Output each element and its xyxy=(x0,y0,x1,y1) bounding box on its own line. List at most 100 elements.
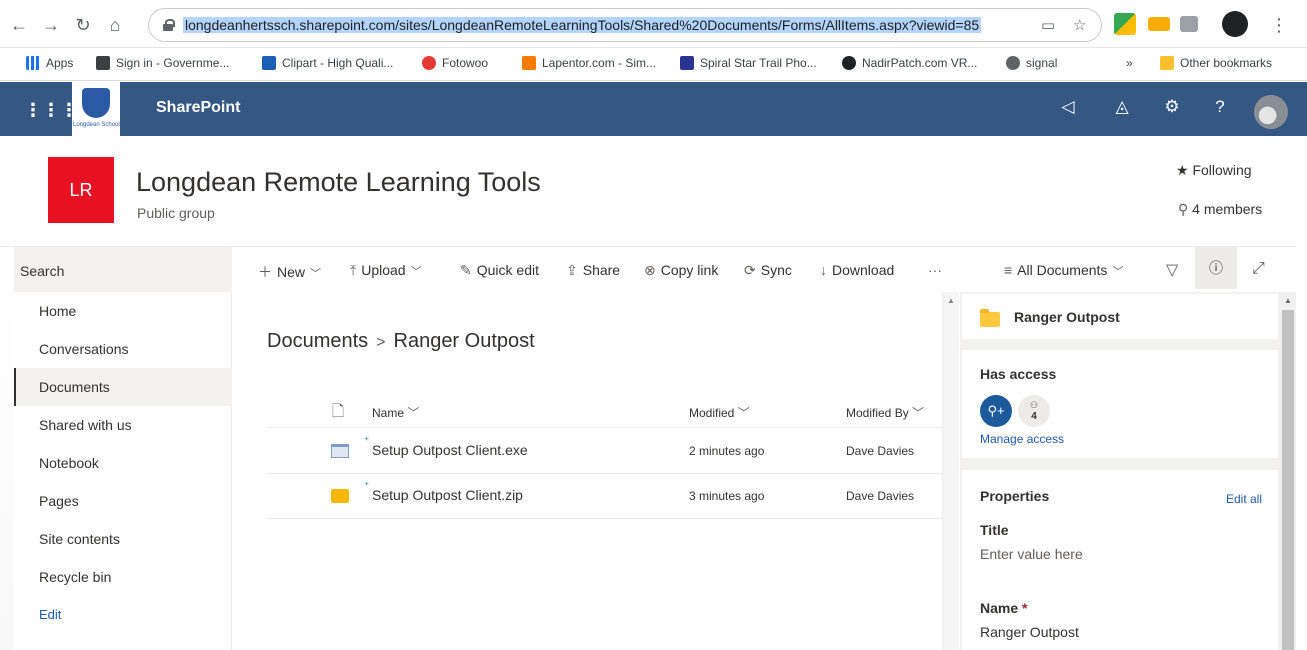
bookmark-nadirpatch[interactable]: NadirPatch.com VR... xyxy=(842,56,977,70)
site-logo[interactable]: LR xyxy=(48,157,114,223)
address-bar[interactable]: longdeanhertssch.sharepoint.com/sites/Lo… xyxy=(148,8,1102,42)
url-text[interactable]: longdeanhertssch.sharepoint.com/sites/Lo… xyxy=(183,17,982,33)
help-icon[interactable]: ? xyxy=(1208,97,1232,117)
bookmark-other[interactable]: Other bookmarks xyxy=(1160,56,1272,70)
bookmark-clipart[interactable]: Clipart - High Quali... xyxy=(262,56,393,70)
site-title[interactable]: Longdean Remote Learning Tools xyxy=(136,167,541,198)
title-input[interactable]: Enter value here xyxy=(980,546,1083,562)
nav-item-home[interactable]: Home xyxy=(14,292,232,330)
new-item-spark-icon: ⁺ xyxy=(364,481,370,492)
table-row[interactable]: ⁺ Setup Outpost Client.exe 2 minutes ago… xyxy=(266,429,942,474)
megaphone-icon[interactable]: ◁ xyxy=(1056,97,1080,117)
breadcrumb-current: Ranger Outpost xyxy=(393,330,535,352)
bookmark-star-icon[interactable]: ☆ xyxy=(1073,16,1086,34)
scroll-up-arrow-icon[interactable]: ▲ xyxy=(947,296,955,305)
following-button[interactable]: ★ Following xyxy=(1176,162,1252,179)
sync-icon: ⟳ xyxy=(744,262,756,278)
details-header: Ranger Outpost xyxy=(962,294,1278,339)
nav-item-recycle-bin[interactable]: Recycle bin xyxy=(14,558,232,596)
bell-icon[interactable]: ◬ xyxy=(1110,97,1134,117)
manage-access-link[interactable]: Manage access xyxy=(980,432,1064,446)
nav-item-notebook[interactable]: Notebook xyxy=(14,444,232,482)
edit-all-link[interactable]: Edit all xyxy=(1226,492,1262,506)
bookmark-lapentor[interactable]: Lapentor.com - Sim... xyxy=(522,56,656,70)
forward-arrow-icon[interactable]: → xyxy=(40,14,62,36)
main-scrollbar[interactable]: ▲ xyxy=(942,292,959,650)
gear-icon[interactable]: ⚙ xyxy=(1160,97,1184,117)
bookmark-signal[interactable]: signal xyxy=(1006,56,1057,70)
copy-link-button[interactable]: ⊗ Copy link xyxy=(644,262,718,279)
apps-grid-icon xyxy=(26,56,40,70)
exe-file-icon xyxy=(331,444,349,458)
upload-button[interactable]: ⤒ Upload ﹀ xyxy=(350,262,422,279)
download-button[interactable]: ↓ Download xyxy=(820,262,894,278)
chevron-down-icon: ﹀ xyxy=(912,406,925,420)
column-modified[interactable]: Modified ﹀ xyxy=(689,404,750,421)
chevron-down-icon: ﹀ xyxy=(737,406,750,420)
chevron-down-icon: ﹀ xyxy=(407,406,420,420)
file-type-column-icon[interactable]: 🗋 xyxy=(332,401,344,426)
nav-item-pages[interactable]: Pages xyxy=(14,482,232,520)
right-edge xyxy=(1296,140,1307,650)
bookmark-apps[interactable]: Apps xyxy=(26,56,73,70)
search-box[interactable]: Search xyxy=(14,247,232,293)
extension-icon[interactable] xyxy=(1114,13,1136,35)
left-edge xyxy=(0,292,14,650)
back-arrow-icon[interactable]: ← xyxy=(8,14,30,36)
site-subtitle: Public group xyxy=(137,205,215,221)
reload-icon[interactable]: ↻ xyxy=(72,14,94,36)
extension-notes-icon[interactable] xyxy=(1148,17,1170,31)
table-row[interactable]: ⁺ Setup Outpost Client.zip 3 minutes ago… xyxy=(266,474,942,519)
lock-icon[interactable] xyxy=(163,19,175,31)
bookmark-spiral-star[interactable]: Spiral Star Trail Pho... xyxy=(680,56,817,70)
scroll-thumb[interactable] xyxy=(1282,310,1294,650)
share-icon: ⇪ xyxy=(566,262,578,278)
members-count-circle[interactable]: ⚇ 4 xyxy=(1018,395,1050,427)
sharepoint-brand[interactable]: SharePoint xyxy=(156,99,240,117)
details-scrollbar[interactable]: ▲ xyxy=(1280,292,1296,650)
user-avatar[interactable] xyxy=(1254,95,1288,129)
filter-icon[interactable]: ▽ xyxy=(1166,260,1178,280)
home-icon[interactable]: ⌂ xyxy=(104,14,126,36)
properties-section: Properties Edit all Title Enter value he… xyxy=(962,470,1278,650)
add-person-icon[interactable]: ⚲+ xyxy=(980,395,1012,427)
column-modified-by[interactable]: Modified By ﹀ xyxy=(846,404,924,421)
nav-item-documents[interactable]: Documents xyxy=(14,368,232,406)
profile-avatar-icon[interactable] xyxy=(1222,11,1248,37)
more-commands-button[interactable]: ··· xyxy=(928,262,942,278)
scroll-up-arrow-icon[interactable]: ▲ xyxy=(1284,296,1292,305)
person-icon: ⚲ xyxy=(1178,201,1193,217)
name-value[interactable]: Ranger Outpost xyxy=(980,624,1079,640)
sync-button[interactable]: ⟳ Sync xyxy=(744,262,792,279)
expand-icon[interactable]: ⤢ xyxy=(1252,260,1265,278)
browser-toolbar: ← → ↻ ⌂ longdeanhertssch.sharepoint.com/… xyxy=(0,0,1307,48)
bookmark-fotowoo[interactable]: Fotowoo xyxy=(422,56,488,70)
members-button[interactable]: ⚲ 4 members xyxy=(1178,201,1262,218)
cast-icon[interactable]: ▭ xyxy=(1041,16,1055,34)
file-modified-by[interactable]: Dave Davies xyxy=(846,489,914,503)
nav-item-site-contents[interactable]: Site contents xyxy=(14,520,232,558)
new-button[interactable]: ＋ New ﹀ xyxy=(258,262,321,282)
command-bar: Search ＋ New ﹀ ⤒ Upload ﹀ ✎ Quick edit ⇪ Share… xyxy=(0,246,1307,293)
extension-window-icon[interactable] xyxy=(1180,16,1198,32)
nav-edit-link[interactable]: Edit xyxy=(14,596,232,634)
fotowoo-icon xyxy=(422,56,436,70)
column-name[interactable]: Name ﹀ xyxy=(372,404,419,421)
info-pane-button[interactable]: ⓘ xyxy=(1195,247,1237,289)
file-name[interactable]: Setup Outpost Client.exe xyxy=(372,442,528,458)
nav-item-conversations[interactable]: Conversations xyxy=(14,330,232,368)
app-launcher-icon[interactable]: ⋮⋮⋮ xyxy=(24,100,78,121)
view-switcher[interactable]: ≡ All Documents ﹀ xyxy=(1004,262,1123,279)
browser-menu-icon[interactable]: ⋮ xyxy=(1268,14,1290,36)
breadcrumb-documents[interactable]: Documents xyxy=(267,330,368,352)
file-modified-by[interactable]: Dave Davies xyxy=(846,444,914,458)
more-bookmarks-chevron[interactable]: » xyxy=(1126,56,1133,70)
table-header: 🗋 Name ﹀ Modified ﹀ Modified By ﹀ xyxy=(266,394,942,428)
quick-edit-button[interactable]: ✎ Quick edit xyxy=(460,262,539,279)
bookmark-gov-signin[interactable]: Sign in - Governme... xyxy=(96,56,229,70)
name-label: Name * xyxy=(980,600,1028,616)
nav-item-shared-with-us[interactable]: Shared with us xyxy=(14,406,232,444)
file-name[interactable]: Setup Outpost Client.zip xyxy=(372,487,523,503)
school-logo[interactable]: Longdean School xyxy=(72,82,120,136)
share-button[interactable]: ⇪ Share xyxy=(566,262,620,279)
